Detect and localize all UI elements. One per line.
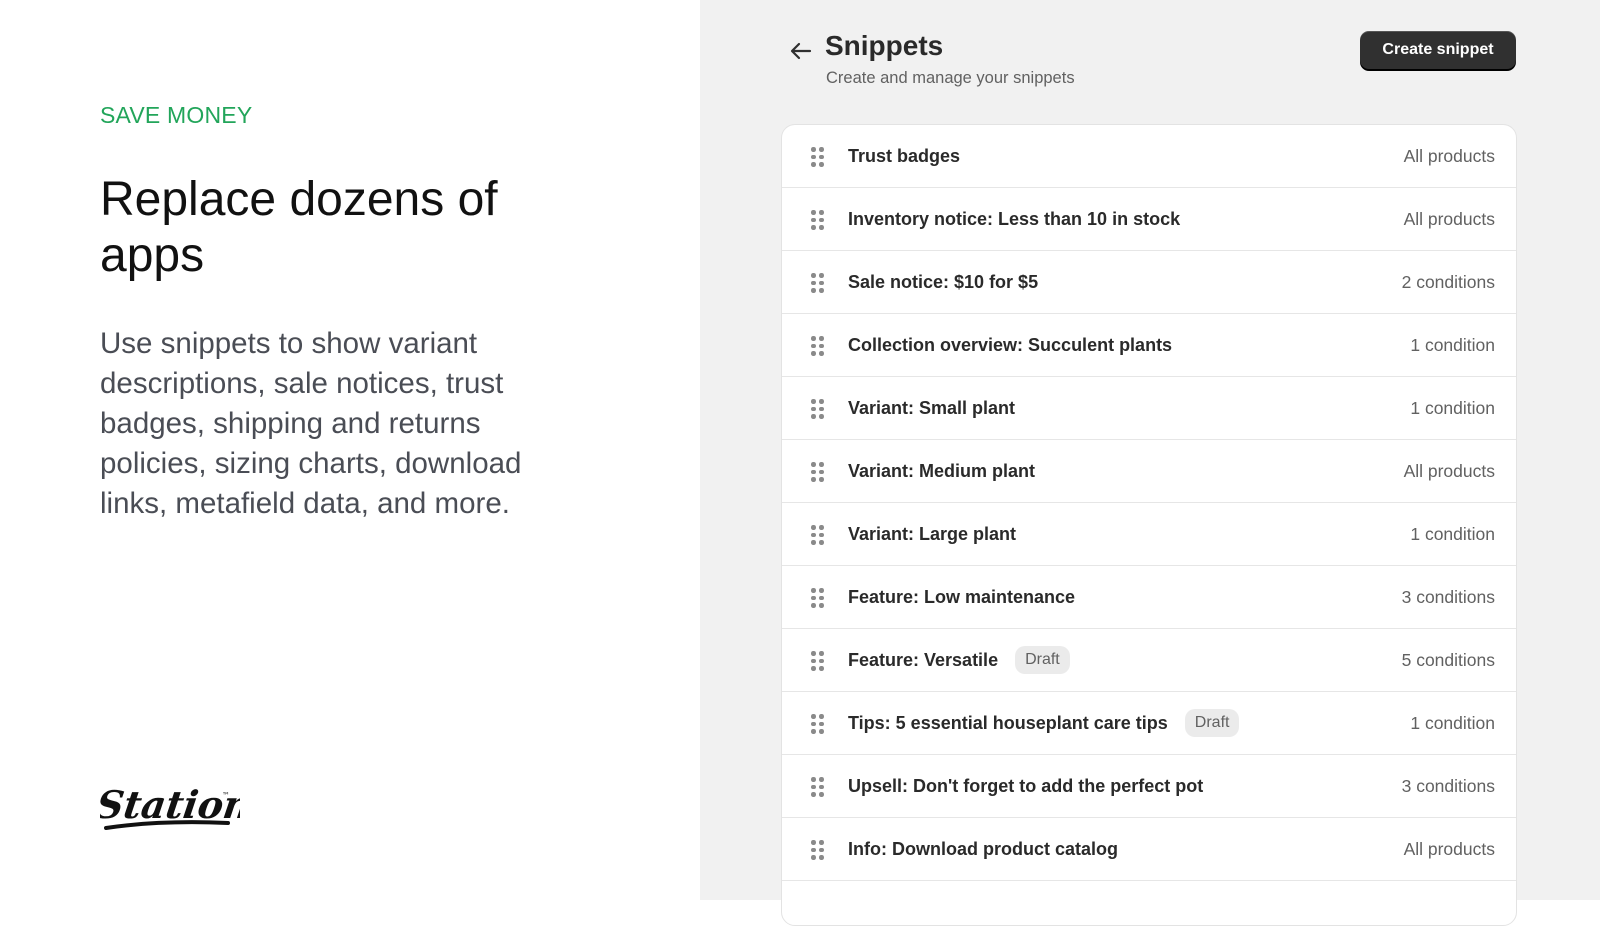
snippet-scope: All products: [1403, 460, 1495, 481]
snippet-title-text: Feature: Low maintenance: [848, 586, 1076, 607]
snippet-title-text: Inventory notice: Less than 10 in stock: [848, 208, 1181, 229]
snippet-row[interactable]: Variant: Small plant 1 condition: [782, 377, 1516, 440]
draft-badge: Draft: [1015, 646, 1070, 674]
snippet-scope: 1 condition: [1410, 334, 1495, 355]
snippet-scope: 1 condition: [1410, 523, 1495, 544]
logo-trademark: ™: [222, 791, 230, 800]
snippet-title-text: Info: Download product catalog: [848, 838, 1118, 859]
drag-handle-icon[interactable]: [811, 147, 824, 167]
snippet-title-text: Tips: 5 essential houseplant care tips: [848, 712, 1168, 733]
snippet-scope: 3 conditions: [1401, 775, 1495, 796]
drag-handle-icon[interactable]: [811, 840, 824, 860]
snippet-title: Info: Download product catalog: [848, 839, 1118, 860]
snippet-title: Feature: Versatile Draft: [848, 646, 1070, 674]
snippet-title-text: Trust badges: [848, 145, 961, 166]
snippet-title-text: Variant: Small plant: [848, 397, 1016, 418]
snippet-row[interactable]: Variant: Medium plant All products: [782, 440, 1516, 503]
snippet-row[interactable]: Inventory notice: Less than 10 in stock A…: [782, 188, 1516, 251]
snippet-title: Trust badges: [848, 146, 960, 167]
snippet-title: Variant: Medium plant: [848, 461, 1035, 482]
snippet-row[interactable]: Info: Download product catalog All produc…: [782, 818, 1516, 881]
snippet-scope: All products: [1403, 208, 1495, 229]
drag-handle-icon[interactable]: [811, 588, 824, 608]
snippet-row[interactable]: Collection overview: Succulent plants 1 c…: [782, 314, 1516, 377]
eyebrow-label: SAVE MONEY: [100, 102, 253, 128]
create-snippet-button[interactable]: Create snippet: [1360, 31, 1516, 69]
draft-badge: Draft: [1184, 709, 1240, 737]
snippet-scope: 1 condition: [1410, 397, 1495, 418]
description: Use snippets to show variant description…: [100, 327, 522, 520]
drag-handle-icon[interactable]: [811, 651, 824, 671]
drag-handle-icon[interactable]: [811, 777, 824, 797]
drag-handle-icon[interactable]: [811, 210, 824, 230]
snippet-title-text: Variant: Large plant: [848, 523, 1017, 544]
snippet-title-text: Collection overview: Succulent plants: [848, 334, 1173, 355]
snippet-title-text: Feature: Versatile: [848, 649, 999, 670]
snippet-scope: All products: [1403, 838, 1495, 859]
snippet-scope: 2 conditions: [1401, 271, 1495, 292]
back-button[interactable]: [788, 38, 814, 64]
snippet-title-text: Variant: Medium plant: [848, 460, 1036, 481]
snippet-row[interactable]: Tips: 5 essential houseplant care tips Dr…: [782, 692, 1516, 755]
snippet-title: Sale notice: $10 for $5: [848, 272, 1038, 293]
snippet-row[interactable]: Feature: Low maintenance 3 conditions: [782, 566, 1516, 629]
page-subtitle: Create and manage your snippets: [826, 69, 1075, 87]
snippet-title: Variant: Small plant: [848, 398, 1015, 419]
snippet-scope: 1 condition: [1410, 712, 1495, 733]
snippet-scope: 3 conditions: [1401, 586, 1495, 607]
snippet-title: Variant: Large plant: [848, 524, 1016, 545]
snippet-title: Inventory notice: Less than 10 in stock: [848, 209, 1180, 230]
snippet-row[interactable]: Sale notice: $10 for $5 2 conditions: [782, 251, 1516, 314]
snippet-title: Tips: 5 essential houseplant care tips Dr…: [848, 709, 1240, 737]
marketing-panel: SAVE MONEY Replace dozens of apps Use sn…: [0, 0, 700, 900]
snippet-row[interactable]: Upsell: Don't forget to add the perfect …: [782, 755, 1516, 818]
snippet-row[interactable]: Feature: Versatile Draft 5 conditions: [782, 629, 1516, 692]
drag-handle-icon[interactable]: [811, 336, 824, 356]
snippet-scope: 5 conditions: [1401, 649, 1495, 670]
snippet-title-text: Sale notice: $10 for $5: [848, 271, 1039, 292]
station-logo: Station ™: [100, 783, 240, 830]
snippet-title-text: Upsell: Don't forget to add the perfect …: [848, 775, 1204, 796]
snippet-title: Collection overview: Succulent plants: [848, 335, 1172, 356]
headline: Replace dozens of apps: [100, 173, 498, 282]
drag-handle-icon[interactable]: [811, 462, 824, 482]
drag-handle-icon[interactable]: [811, 273, 824, 293]
snippet-title: Feature: Low maintenance: [848, 587, 1075, 608]
drag-handle-icon[interactable]: [811, 399, 824, 419]
arrow-left-icon: [790, 42, 812, 60]
snippet-row[interactable]: Variant: Large plant 1 condition: [782, 503, 1516, 566]
snippet-scope: All products: [1403, 145, 1495, 166]
page-title: Snippets: [825, 30, 944, 61]
drag-handle-icon[interactable]: [811, 714, 824, 734]
snippet-row[interactable]: Trust badges All products: [782, 125, 1516, 188]
snippet-list: Trust badges All products Inventory notice…: [781, 124, 1517, 926]
snippet-title: Upsell: Don't forget to add the perfect …: [848, 776, 1203, 797]
drag-handle-icon[interactable]: [811, 525, 824, 545]
